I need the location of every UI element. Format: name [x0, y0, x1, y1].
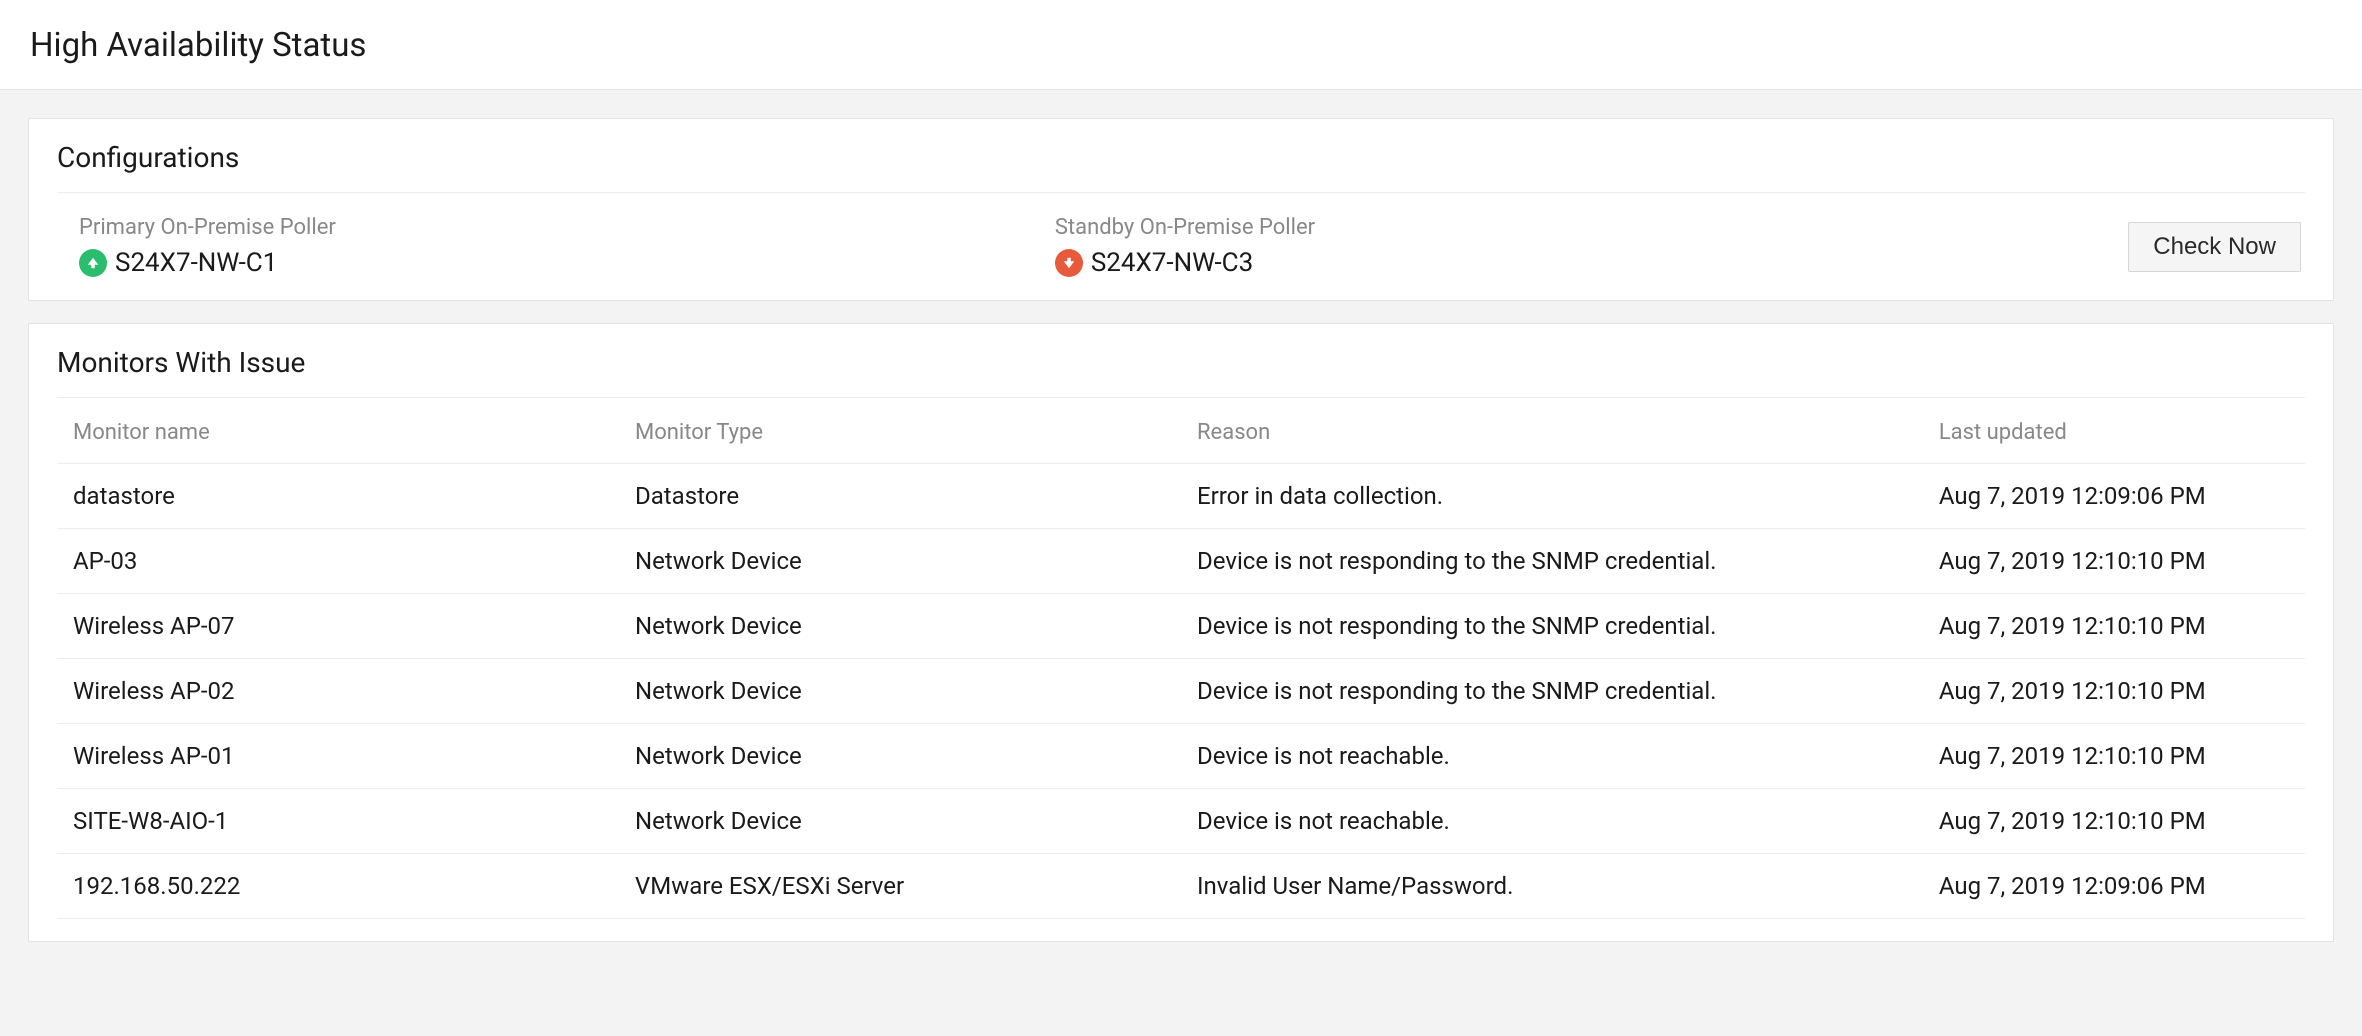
table-row[interactable]: Wireless AP-07Network DeviceDevice is no… [57, 594, 2305, 659]
page-header: High Availability Status [0, 0, 2362, 90]
cell-type: Network Device [619, 594, 1181, 659]
cell-name: AP-03 [57, 529, 619, 594]
table-row[interactable]: SITE-W8-AIO-1Network DeviceDevice is not… [57, 789, 2305, 854]
cell-last: Aug 7, 2019 12:10:10 PM [1923, 724, 2305, 789]
status-down-icon [1055, 249, 1083, 277]
cell-last: Aug 7, 2019 12:10:10 PM [1923, 594, 2305, 659]
cell-name: 192.168.50.222 [57, 854, 619, 919]
table-row[interactable]: datastoreDatastoreError in data collecti… [57, 464, 2305, 529]
cell-reason: Device is not responding to the SNMP cre… [1181, 659, 1923, 724]
cell-type: Network Device [619, 789, 1181, 854]
col-header-name[interactable]: Monitor name [57, 400, 619, 464]
cell-name: Wireless AP-02 [57, 659, 619, 724]
col-header-last[interactable]: Last updated [1923, 400, 2305, 464]
monitors-card: Monitors With Issue Monitor name Monitor… [28, 323, 2334, 942]
cell-type: VMware ESX/ESXi Server [619, 854, 1181, 919]
primary-poller-name: S24X7-NW-C1 [115, 248, 277, 278]
cell-reason: Device is not reachable. [1181, 789, 1923, 854]
cell-reason: Device is not responding to the SNMP cre… [1181, 529, 1923, 594]
cell-name: datastore [57, 464, 619, 529]
col-header-type[interactable]: Monitor Type [619, 400, 1181, 464]
cell-type: Datastore [619, 464, 1181, 529]
cell-last: Aug 7, 2019 12:10:10 PM [1923, 659, 2305, 724]
table-row[interactable]: 192.168.50.222VMware ESX/ESXi ServerInva… [57, 854, 2305, 919]
monitors-title: Monitors With Issue [57, 346, 2305, 398]
primary-poller-value-line: S24X7-NW-C1 [79, 248, 1055, 278]
cell-last: Aug 7, 2019 12:09:06 PM [1923, 854, 2305, 919]
standby-poller-label: Standby On-Premise Poller [1055, 215, 2128, 240]
cell-reason: Device is not reachable. [1181, 724, 1923, 789]
standby-poller-name: S24X7-NW-C3 [1091, 248, 1253, 278]
cell-name: SITE-W8-AIO-1 [57, 789, 619, 854]
check-now-container: Check Now [2128, 222, 2301, 272]
cell-reason: Invalid User Name/Password. [1181, 854, 1923, 919]
check-now-button[interactable]: Check Now [2128, 222, 2301, 272]
cell-last: Aug 7, 2019 12:09:06 PM [1923, 464, 2305, 529]
page-title: High Availability Status [30, 26, 2332, 65]
monitors-table: Monitor name Monitor Type Reason Last up… [57, 400, 2305, 919]
cell-type: Network Device [619, 724, 1181, 789]
col-header-reason[interactable]: Reason [1181, 400, 1923, 464]
cell-last: Aug 7, 2019 12:10:10 PM [1923, 529, 2305, 594]
status-up-icon [79, 249, 107, 277]
standby-poller-value-line: S24X7-NW-C3 [1055, 248, 2128, 278]
page-content: Configurations Primary On-Premise Poller… [0, 90, 2362, 992]
cell-name: Wireless AP-07 [57, 594, 619, 659]
table-row[interactable]: Wireless AP-01Network DeviceDevice is no… [57, 724, 2305, 789]
table-row[interactable]: AP-03Network DeviceDevice is not respond… [57, 529, 2305, 594]
cell-name: Wireless AP-01 [57, 724, 619, 789]
table-header-row: Monitor name Monitor Type Reason Last up… [57, 400, 2305, 464]
cell-last: Aug 7, 2019 12:10:10 PM [1923, 789, 2305, 854]
cell-reason: Device is not responding to the SNMP cre… [1181, 594, 1923, 659]
configurations-title: Configurations [57, 141, 2305, 193]
configurations-row: Primary On-Premise Poller S24X7-NW-C1 St… [57, 193, 2305, 278]
configurations-card: Configurations Primary On-Premise Poller… [28, 118, 2334, 301]
cell-reason: Error in data collection. [1181, 464, 1923, 529]
primary-poller-block: Primary On-Premise Poller S24X7-NW-C1 [79, 215, 1055, 278]
cell-type: Network Device [619, 529, 1181, 594]
table-row[interactable]: Wireless AP-02Network DeviceDevice is no… [57, 659, 2305, 724]
cell-type: Network Device [619, 659, 1181, 724]
primary-poller-label: Primary On-Premise Poller [79, 215, 1055, 240]
standby-poller-block: Standby On-Premise Poller S24X7-NW-C3 [1055, 215, 2128, 278]
